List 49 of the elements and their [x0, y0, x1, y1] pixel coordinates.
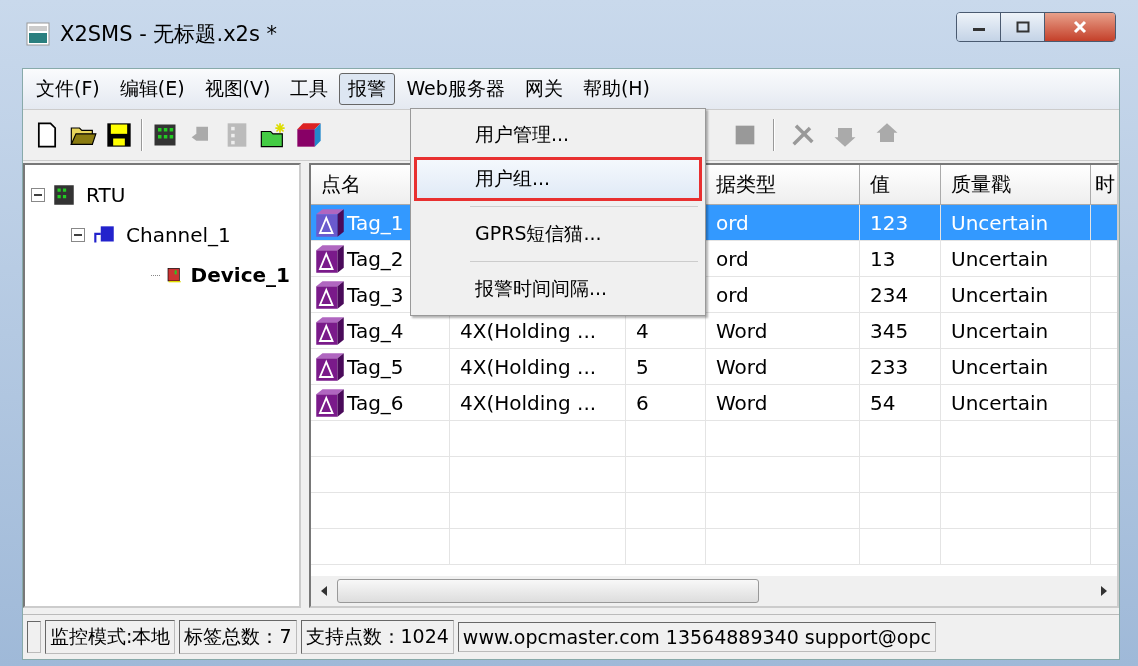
- table-cell: Word: [706, 313, 860, 349]
- status-text: 标签总数：7: [179, 620, 297, 654]
- table-cell: Uncertain: [941, 385, 1091, 421]
- table-cell: 6: [626, 385, 706, 421]
- table-cell: Tag_4: [347, 318, 404, 343]
- menu-item[interactable]: Web服务器: [397, 73, 514, 105]
- menu-option[interactable]: 用户组...: [414, 157, 702, 201]
- table-cell: Word: [706, 349, 860, 385]
- table-cell: 234: [860, 277, 941, 313]
- menu-item[interactable]: 网关: [515, 73, 572, 105]
- tree-item[interactable]: Device_1: [187, 262, 293, 288]
- column-header[interactable]: 质量戳: [941, 165, 1091, 205]
- table-cell: 4X(Holding ...: [450, 385, 626, 421]
- menu-item[interactable]: 报警: [339, 73, 396, 105]
- tree-item[interactable]: RTU: [83, 182, 129, 208]
- table-cell: Tag_1: [347, 210, 404, 235]
- table-cell: 4X(Holding ...: [450, 349, 626, 385]
- table-cell: Uncertain: [941, 205, 1091, 241]
- table-cell: Word: [706, 385, 860, 421]
- column-header[interactable]: 值: [860, 165, 941, 205]
- menu-item[interactable]: 编辑(E): [110, 73, 194, 105]
- menu-option[interactable]: GPRS短信猫...: [414, 212, 702, 256]
- menu-item[interactable]: 视图(V): [195, 73, 280, 105]
- table-cell: Tag_6: [347, 390, 404, 415]
- table-cell: 123: [860, 205, 941, 241]
- table-cell: Tag_3: [347, 282, 404, 307]
- table-cell: Uncertain: [941, 241, 1091, 277]
- table-cell: Tag_2: [347, 246, 404, 271]
- table-cell: 54: [860, 385, 941, 421]
- menu-option[interactable]: 用户管理...: [414, 113, 702, 157]
- table-cell: 5: [626, 349, 706, 385]
- table-cell: Uncertain: [941, 313, 1091, 349]
- table-cell: Uncertain: [941, 277, 1091, 313]
- column-header[interactable]: 据类型: [706, 165, 860, 205]
- status-text: www.opcmaster.com 13564889340 support@opc: [457, 622, 936, 652]
- table-cell: 345: [860, 313, 941, 349]
- table-cell: Uncertain: [941, 349, 1091, 385]
- table-cell: 233: [860, 349, 941, 385]
- tree-item[interactable]: Channel_1: [123, 222, 234, 248]
- menu-item[interactable]: 文件(F): [27, 73, 109, 105]
- status-text: 监控模式:本地: [45, 620, 176, 654]
- table-cell: Tag_5: [347, 354, 404, 379]
- table-cell: 13: [860, 241, 941, 277]
- menu-option[interactable]: 报警时间间隔...: [414, 267, 702, 311]
- table-cell: ord: [706, 205, 860, 241]
- menu-item[interactable]: 帮助(H): [573, 73, 659, 105]
- status-text: 支持点数：1024: [300, 620, 454, 654]
- window-title: X2SMS - 无标题.x2s *: [60, 21, 278, 48]
- menu-item[interactable]: 工具: [281, 73, 338, 105]
